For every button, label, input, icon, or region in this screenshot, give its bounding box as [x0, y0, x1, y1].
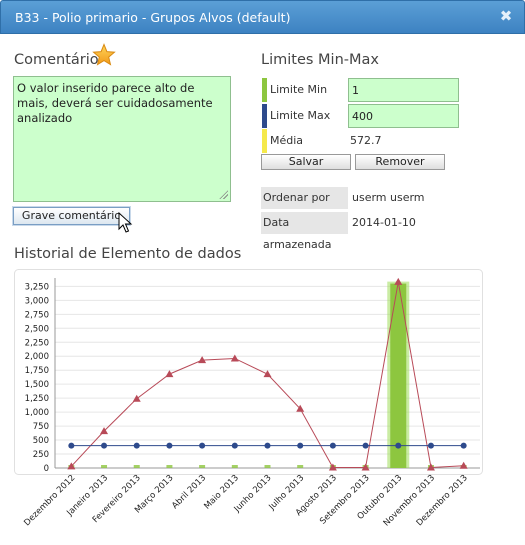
data-point [263, 370, 272, 378]
stored-date-label: Data armazenada [261, 212, 348, 251]
limit-max-color-bar [262, 104, 267, 128]
y-tick-label: 250 [33, 450, 49, 460]
data-point [101, 442, 108, 449]
close-icon[interactable]: ✖ [498, 8, 514, 24]
chart-heading: Historial de Elemento de dados [14, 246, 242, 262]
y-tick-label: 3,000 [25, 296, 49, 306]
limit-min-label: Limite Min [270, 83, 328, 96]
remove-limits-button[interactable]: Remover [355, 154, 445, 170]
window-title: B33 - Polio primario - Grupos Alvos (def… [15, 10, 291, 25]
y-tick-label: 2,000 [25, 352, 49, 362]
x-tick-label: Dezembro 2012 [22, 473, 77, 528]
comment-heading: Comentário [14, 52, 99, 68]
y-tick-label: 500 [33, 436, 49, 446]
average-row: Média 572.7 [262, 129, 460, 153]
y-tick-label: 2,750 [25, 310, 49, 320]
data-point [133, 442, 140, 449]
average-label: Média [270, 134, 304, 147]
y-tick-label: 1,500 [25, 380, 49, 390]
y-tick-label: 1,000 [25, 408, 49, 418]
order-by-label: Ordenar por [261, 187, 348, 209]
star-icon [92, 43, 116, 66]
comment-textarea[interactable]: O valor inserido parece alto de mais, de… [13, 76, 231, 202]
save-limits-button[interactable]: Salvar [261, 154, 351, 170]
bar [101, 465, 108, 468]
limits-heading: Limites Min-Max [261, 52, 379, 68]
data-point [395, 442, 402, 449]
data-point [427, 442, 434, 449]
y-tick-label: 0 [44, 464, 49, 474]
data-point [394, 277, 403, 285]
bar [133, 465, 140, 468]
limit-min-row: Limite Min 1 [262, 78, 460, 102]
y-tick-label: 1,750 [25, 366, 49, 376]
data-point [166, 442, 173, 449]
limit-min-input[interactable]: 1 [348, 78, 459, 102]
bar [166, 465, 173, 468]
y-tick-label: 750 [33, 422, 49, 432]
data-point [297, 442, 304, 449]
data-point [199, 442, 206, 449]
limit-max-label: Limite Max [270, 109, 331, 122]
data-point [264, 442, 271, 449]
average-color-bar [262, 129, 267, 153]
y-tick-label: 1,250 [25, 394, 49, 404]
y-tick-label: 3,250 [25, 282, 49, 292]
y-tick-label: 2,250 [25, 338, 49, 348]
mouse-pointer-icon [118, 212, 133, 233]
data-point [68, 442, 75, 449]
bar [199, 465, 206, 468]
stored-date-value: 2014-01-10 [352, 216, 416, 229]
data-point [362, 442, 369, 449]
data-point [329, 442, 336, 449]
data-point [230, 354, 239, 362]
data-point [165, 370, 174, 378]
data-point [460, 442, 467, 449]
limit-max-row: Limite Max 400 [262, 104, 460, 128]
save-comment-button[interactable]: Grave comentário [13, 207, 130, 225]
order-by-value: userm userm [352, 191, 425, 204]
data-point [231, 442, 238, 449]
bar [297, 465, 304, 468]
comment-text: O valor inserido parece alto de mais, de… [17, 81, 213, 125]
data-history-chart: 0 250 500 750 1,000 1,250 1,500 1,750 2,000 2,250… [14, 269, 483, 528]
bar [264, 465, 271, 468]
limit-min-color-bar [262, 78, 267, 102]
limit-max-input[interactable]: 400 [348, 104, 459, 128]
bar [231, 465, 238, 468]
average-value: 572.7 [350, 134, 382, 147]
resize-grip-icon[interactable] [219, 190, 228, 199]
y-tick-label: 2,500 [25, 324, 49, 334]
window-titlebar: B33 - Polio primario - Grupos Alvos (def… [0, 0, 525, 34]
